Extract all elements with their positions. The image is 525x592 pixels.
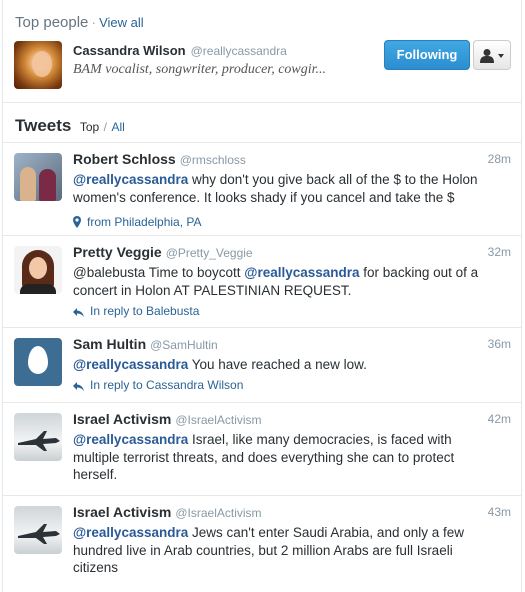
in-reply-to-link[interactable]: In reply to Balebusta: [73, 304, 199, 318]
tweet-item[interactable]: Robert Schloss @rmschloss 28m @reallycass…: [3, 143, 521, 236]
tweet-author[interactable]: Sam Hultin @SamHultin: [73, 336, 218, 352]
tweet-text: @balebusta Time to boycott @reallycassan…: [73, 264, 485, 299]
tweet-author[interactable]: Israel Activism @IsraelActivism: [73, 504, 262, 520]
person-bio: BAM vocalist, songwriter, producer, cowg…: [73, 62, 327, 77]
filter-top[interactable]: Top: [80, 120, 99, 134]
tweet-time[interactable]: 43m: [488, 505, 511, 519]
tweet-author[interactable]: Pretty Veggie @Pretty_Veggie: [73, 244, 253, 260]
tweet-location[interactable]: from Philadelphia, PA: [73, 215, 202, 229]
tweet-item[interactable]: Pretty Veggie @Pretty_Veggie 32m @balebus…: [3, 236, 521, 328]
tweet-text: @reallycassandra Jews can't enter Saudi …: [73, 524, 485, 577]
person-name[interactable]: Cassandra Wilson: [73, 43, 186, 58]
location-text[interactable]: from Philadelphia, PA: [87, 215, 202, 229]
tweets-header: Tweets Top / All: [3, 103, 521, 143]
filter-separator: /: [103, 120, 107, 134]
in-reply-to-link[interactable]: In reply to Cassandra Wilson: [73, 378, 243, 392]
reply-arrow-icon: [73, 382, 84, 391]
person-name-line[interactable]: Cassandra Wilson @reallycassandra: [73, 43, 287, 58]
tweet-text: @reallycassandra You have reached a new …: [73, 356, 485, 374]
author-name[interactable]: Sam Hultin: [73, 336, 146, 352]
default-egg-icon: [28, 346, 48, 374]
avatar[interactable]: [14, 41, 62, 89]
tweet-item[interactable]: Israel Activism @IsraelActivism 43m @real…: [3, 496, 521, 592]
search-results-panel: Top people · View all Cassandra Wilson @rea…: [2, 0, 522, 592]
avatar[interactable]: [14, 413, 62, 461]
tweet-text: @reallycassandra Israel, like many democ…: [73, 431, 485, 484]
tweet-time[interactable]: 42m: [488, 412, 511, 426]
in-reply-to-text[interactable]: In reply to Cassandra Wilson: [90, 378, 243, 392]
user-dropdown-icon: [480, 49, 504, 63]
author-name[interactable]: Pretty Veggie: [73, 244, 162, 260]
in-reply-to-text[interactable]: In reply to Balebusta: [90, 304, 199, 318]
mention-link[interactable]: @reallycassandra: [73, 525, 188, 540]
tweet-body: You have reached a new low.: [188, 357, 367, 372]
author-handle: @rmschloss: [179, 153, 246, 167]
author-handle: @IsraelActivism: [175, 413, 262, 427]
mention-link[interactable]: @reallycassandra: [244, 265, 359, 280]
reply-arrow-icon: [73, 308, 84, 317]
author-name[interactable]: Israel Activism: [73, 504, 171, 520]
mention-link[interactable]: @reallycassandra: [73, 357, 188, 372]
fighter-jet-icon: [18, 431, 60, 451]
avatar[interactable]: [14, 506, 62, 554]
tweet-body-before: @balebusta Time to boycott: [73, 265, 245, 280]
fighter-jet-icon: [18, 524, 60, 544]
title-separator: ·: [91, 14, 97, 30]
tweet-item[interactable]: Sam Hultin @SamHultin 36m @reallycassandr…: [3, 328, 521, 403]
location-pin-icon: [73, 216, 81, 228]
filter-all-link[interactable]: All: [111, 120, 124, 134]
user-actions-button[interactable]: [473, 40, 511, 70]
person-handle: @reallycassandra: [190, 44, 287, 58]
tweet-time[interactable]: 32m: [488, 245, 511, 259]
tweet-author[interactable]: Robert Schloss @rmschloss: [73, 151, 246, 167]
author-handle: @IsraelActivism: [175, 506, 262, 520]
tweet-item[interactable]: Israel Activism @IsraelActivism 42m @real…: [3, 403, 521, 496]
author-name[interactable]: Israel Activism: [73, 411, 171, 427]
top-people-title: Top people: [15, 14, 89, 31]
avatar[interactable]: [14, 153, 62, 201]
tweets-title: Tweets: [15, 116, 72, 135]
mention-link[interactable]: @reallycassandra: [73, 432, 188, 447]
author-handle: @Pretty_Veggie: [165, 246, 253, 260]
tweet-time[interactable]: 36m: [488, 337, 511, 351]
top-people-header: Top people · View all: [3, 0, 521, 40]
following-button[interactable]: Following: [384, 40, 470, 70]
avatar[interactable]: [14, 338, 62, 386]
tweet-author[interactable]: Israel Activism @IsraelActivism: [73, 411, 262, 427]
view-all-link[interactable]: View all: [99, 15, 144, 30]
top-person-card: Cassandra Wilson @reallycassandra BAM voc…: [3, 40, 521, 103]
author-name[interactable]: Robert Schloss: [73, 151, 176, 167]
avatar[interactable]: [14, 246, 62, 294]
tweet-time[interactable]: 28m: [488, 152, 511, 166]
mention-link[interactable]: @reallycassandra: [73, 172, 188, 187]
author-handle: @SamHultin: [150, 338, 218, 352]
tweet-text: @reallycassandra why don't you give back…: [73, 171, 485, 206]
